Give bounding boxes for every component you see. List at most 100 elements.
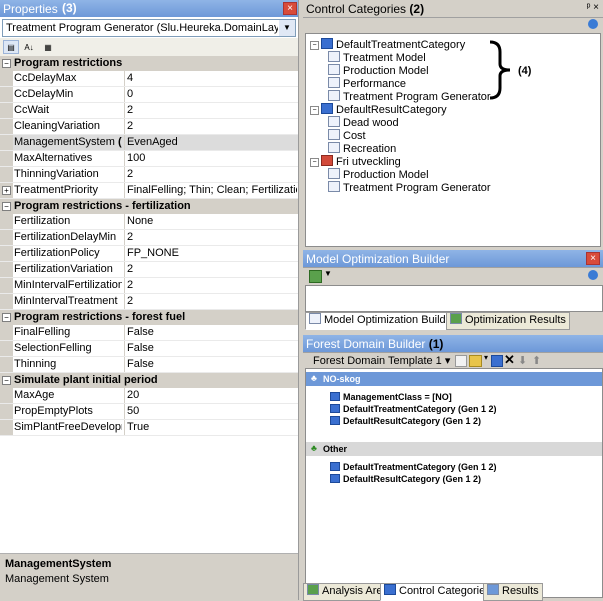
chevron-down-icon[interactable]: ▼ xyxy=(279,20,295,36)
template-select[interactable]: Forest Domain Template 1 ▾ xyxy=(313,354,450,367)
categorized-icon[interactable]: ▤ xyxy=(3,40,19,54)
delete-icon[interactable]: ✕ xyxy=(504,352,515,368)
tree-item[interactable]: Treatment Model xyxy=(328,51,426,64)
property-row[interactable]: CleaningVariation 2 xyxy=(0,119,298,135)
tree-item[interactable]: Recreation xyxy=(328,142,396,155)
property-row[interactable]: Thinning False xyxy=(0,357,298,373)
property-row[interactable]: Fertilization None xyxy=(0,214,298,230)
property-row[interactable]: ThinningVariation 2 xyxy=(0,167,298,183)
property-row[interactable]: FertilizationDelayMin 2 xyxy=(0,230,298,246)
new-icon[interactable] xyxy=(455,355,467,367)
property-grid: − Program restrictions CcDelayMax 4 CcDelayM… xyxy=(0,56,298,436)
property-value[interactable]: 2 xyxy=(127,279,297,291)
property-row[interactable]: SelectionFelling False xyxy=(0,341,298,357)
domain-item[interactable]: DefaultResultCategory (Gen 1 2) xyxy=(330,474,481,484)
chevron-down-icon[interactable]: ▾ xyxy=(484,353,488,362)
tree-item[interactable]: Production Model xyxy=(328,64,429,77)
property-row[interactable]: MinIntervalTreatment 2 xyxy=(0,294,298,310)
move-up-icon[interactable]: ⬆ xyxy=(532,354,541,367)
mob-canvas[interactable] xyxy=(305,285,603,312)
tab-control-categories[interactable]: Control Categories xyxy=(380,583,495,601)
property-row[interactable]: SimPlantFreeDevelopmen True xyxy=(0,420,298,436)
property-value[interactable]: 100 xyxy=(127,152,297,164)
property-row[interactable]: FertilizationPolicy FP_NONE xyxy=(0,246,298,262)
property-row[interactable]: CcDelayMin 0 xyxy=(0,87,298,103)
property-value[interactable]: 2 xyxy=(127,168,297,180)
property-row[interactable]: CcWait 2 xyxy=(0,103,298,119)
category-label: Simulate plant initial period xyxy=(14,374,158,386)
tab-model-optimization-builder[interactable]: Model Optimization Builder xyxy=(305,312,460,330)
tree-category[interactable]: − Fri utveckling xyxy=(310,155,401,168)
help-icon[interactable] xyxy=(588,19,598,29)
tree-category[interactable]: − DefaultTreatmentCategory xyxy=(310,38,465,51)
tab-results[interactable]: Results xyxy=(483,583,543,601)
close-icon[interactable]: × xyxy=(586,252,600,265)
property-value[interactable]: 2 xyxy=(127,120,297,132)
chevron-down-icon[interactable]: ▼ xyxy=(324,269,332,278)
property-pages-icon[interactable]: ▦ xyxy=(40,40,56,54)
property-row[interactable]: CcDelayMax 4 xyxy=(0,71,298,87)
help-icon[interactable] xyxy=(588,270,598,280)
property-value[interactable]: False xyxy=(127,342,297,354)
domain-item[interactable]: DefaultResultCategory (Gen 1 2) xyxy=(330,416,481,426)
property-value[interactable]: 50 xyxy=(127,405,297,417)
tree-item[interactable]: Production Model xyxy=(328,168,429,181)
collapse-icon[interactable]: − xyxy=(2,59,11,68)
property-value[interactable]: 2 xyxy=(127,263,297,275)
property-row[interactable]: ManagementSystem (5) EvenAged xyxy=(0,135,298,151)
property-value[interactable]: 2 xyxy=(127,295,297,307)
property-category[interactable]: − Simulate plant initial period xyxy=(0,373,298,388)
open-folder-icon[interactable] xyxy=(469,355,482,367)
domain-item[interactable]: DefaultTreatmentCategory (Gen 1 2) xyxy=(330,404,497,414)
alphabetical-icon[interactable]: A↓ xyxy=(21,40,37,54)
tree-item[interactable]: Performance xyxy=(328,77,406,90)
property-value[interactable]: 4 xyxy=(127,72,297,84)
property-value[interactable]: False xyxy=(127,358,297,370)
collapse-icon[interactable]: − xyxy=(2,376,11,385)
property-row[interactable]: PropEmptyPlots 50 xyxy=(0,404,298,420)
collapse-icon[interactable]: − xyxy=(2,202,11,211)
property-value[interactable]: 2 xyxy=(127,104,297,116)
property-value[interactable]: False xyxy=(127,326,297,338)
collapse-icon[interactable]: − xyxy=(310,41,319,50)
collapse-icon[interactable]: − xyxy=(310,106,319,115)
save-icon[interactable] xyxy=(491,355,503,367)
tree-item[interactable]: Treatment Program Generator xyxy=(328,181,491,194)
property-category[interactable]: − Program restrictions - forest fuel xyxy=(0,310,298,325)
property-value[interactable]: 0 xyxy=(127,88,297,100)
tree-item[interactable]: Cost xyxy=(328,129,366,142)
property-row[interactable]: + TreatmentPriority FinalFelling; Thin; Cl… xyxy=(0,183,298,199)
collapse-icon[interactable]: − xyxy=(2,313,11,322)
property-row[interactable]: FinalFelling False xyxy=(0,325,298,341)
add-icon[interactable] xyxy=(309,270,322,283)
expand-icon[interactable]: + xyxy=(2,186,11,195)
pin-icon[interactable]: ᵖ × xyxy=(587,2,599,13)
tab-optimization-results[interactable]: Optimization Results xyxy=(446,312,570,330)
domain-group-header[interactable]: ♣ NO-skog xyxy=(306,372,602,386)
property-row[interactable]: FertilizationVariation 2 xyxy=(0,262,298,278)
close-icon[interactable]: × xyxy=(283,2,297,15)
property-value[interactable]: FinalFelling; Thin; Clean; Fertilization xyxy=(127,184,297,196)
property-value[interactable]: EvenAged xyxy=(127,136,297,148)
domain-item[interactable]: ManagementClass = [NO] xyxy=(330,392,452,402)
move-down-icon[interactable]: ⬇ xyxy=(518,354,527,367)
domain-group-header[interactable]: ♣ Other xyxy=(306,442,602,456)
property-row[interactable]: MaxAlternatives 100 xyxy=(0,151,298,167)
property-category[interactable]: − Program restrictions - fertilization xyxy=(0,199,298,214)
domain-item[interactable]: DefaultTreatmentCategory (Gen 1 2) xyxy=(330,462,497,472)
property-value[interactable]: FP_NONE xyxy=(127,247,297,259)
property-value[interactable]: 2 xyxy=(127,231,297,243)
property-row[interactable]: MinIntervalFertilizations 2 xyxy=(0,278,298,294)
row-gutter xyxy=(0,278,13,293)
object-selector[interactable]: Treatment Program Generator (Slu.Heureka… xyxy=(2,19,296,37)
tree-item[interactable]: Dead wood xyxy=(328,116,399,129)
tree-category[interactable]: − DefaultResultCategory xyxy=(310,103,447,116)
property-row[interactable]: MaxAge 20 xyxy=(0,388,298,404)
property-value[interactable]: 20 xyxy=(127,389,297,401)
tree-item[interactable]: Treatment Program Generator xyxy=(328,90,491,103)
property-value[interactable]: True xyxy=(127,421,297,433)
property-category[interactable]: − Program restrictions xyxy=(0,56,298,71)
collapse-icon[interactable]: − xyxy=(310,158,319,167)
property-value[interactable]: None xyxy=(127,215,297,227)
row-gutter xyxy=(0,341,13,356)
